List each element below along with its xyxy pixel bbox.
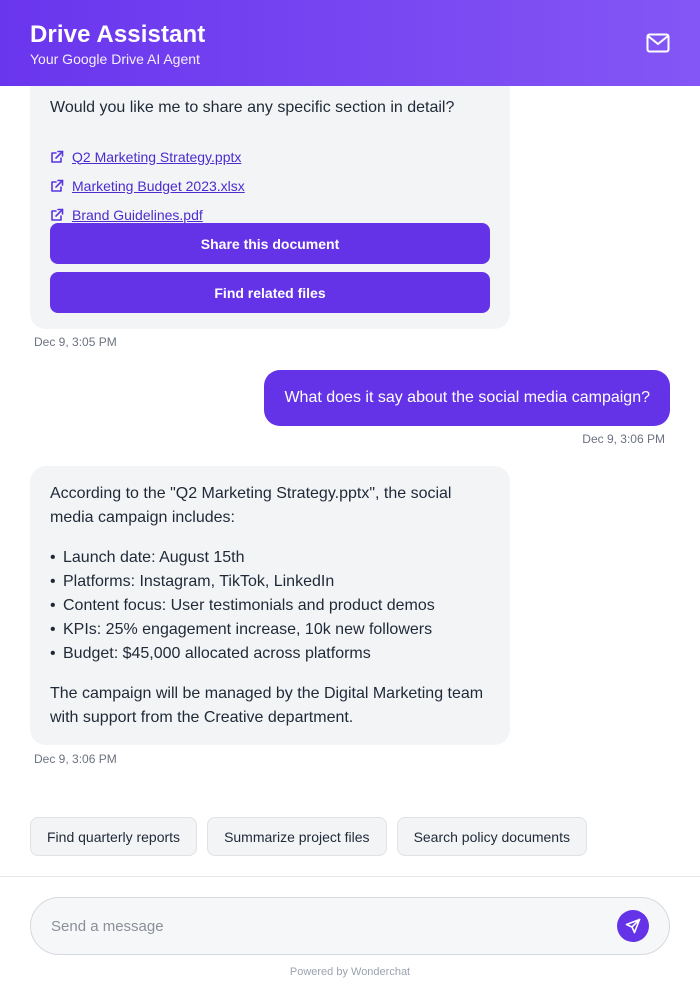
mail-icon[interactable] (646, 33, 670, 53)
list-item: Budget: $45,000 allocated across platfor… (50, 642, 490, 666)
list-item: KPIs: 25% engagement increase, 10k new f… (50, 618, 490, 642)
message-timestamp: Dec 9, 3:06 PM (34, 752, 117, 766)
message-timestamp: Dec 9, 3:06 PM (582, 432, 665, 446)
suggestion-chips: Find quarterly reports Summarize project… (30, 817, 587, 856)
message-text: What does it say about the social media … (284, 389, 650, 406)
share-document-button[interactable]: Share this document (50, 223, 490, 264)
user-message: What does it say about the social media … (264, 370, 670, 426)
header-subtitle: Your Google Drive AI Agent (30, 51, 200, 67)
list-item: Launch date: August 15th (50, 546, 490, 570)
message-intro: According to the "Q2 Marketing Strategy.… (50, 485, 452, 526)
list-item: Content focus: User testimonials and pro… (50, 594, 490, 618)
message-timestamp: Dec 9, 3:05 PM (34, 335, 117, 349)
bullet-list: Launch date: August 15th Platforms: Inst… (50, 546, 490, 666)
external-link-icon (51, 179, 64, 192)
powered-by-footer: Powered by Wonderchat (289, 966, 411, 978)
document-link[interactable]: Marketing Budget 2023.xlsx (50, 171, 245, 200)
external-link-icon (51, 208, 64, 221)
chat-transcript[interactable]: Would you like me to share any specific … (0, 86, 700, 876)
message-outro: The campaign will be managed by the Digi… (50, 685, 484, 726)
message-text: Would you like me to share any specific … (50, 99, 455, 116)
composer-divider (0, 876, 700, 877)
header-title: Drive Assistant (30, 21, 206, 48)
external-link-icon (51, 150, 64, 163)
message-composer (30, 897, 670, 955)
send-button[interactable] (617, 910, 649, 942)
chat-header: Drive Assistant Your Google Drive AI Age… (0, 0, 700, 86)
find-related-files-button[interactable]: Find related files (50, 272, 490, 313)
list-item: Platforms: Instagram, TikTok, LinkedIn (50, 570, 490, 594)
suggestion-chip-search-policy[interactable]: Search policy documents (396, 817, 587, 856)
send-icon (625, 918, 641, 934)
message-input[interactable] (51, 898, 611, 954)
document-link-label[interactable]: Marketing Budget 2023.xlsx (72, 174, 245, 198)
assistant-message: According to the "Q2 Marketing Strategy.… (30, 466, 510, 745)
document-link[interactable]: Q2 Marketing Strategy.pptx (50, 142, 245, 171)
suggestion-chip-quarterly-reports[interactable]: Find quarterly reports (30, 817, 198, 856)
document-links: Q2 Marketing Strategy.pptx Marketing Bud… (50, 142, 245, 229)
assistant-message: Would you like me to share any specific … (30, 86, 510, 329)
suggestion-chip-summarize-project[interactable]: Summarize project files (207, 817, 387, 856)
document-link-label[interactable]: Q2 Marketing Strategy.pptx (72, 145, 241, 169)
